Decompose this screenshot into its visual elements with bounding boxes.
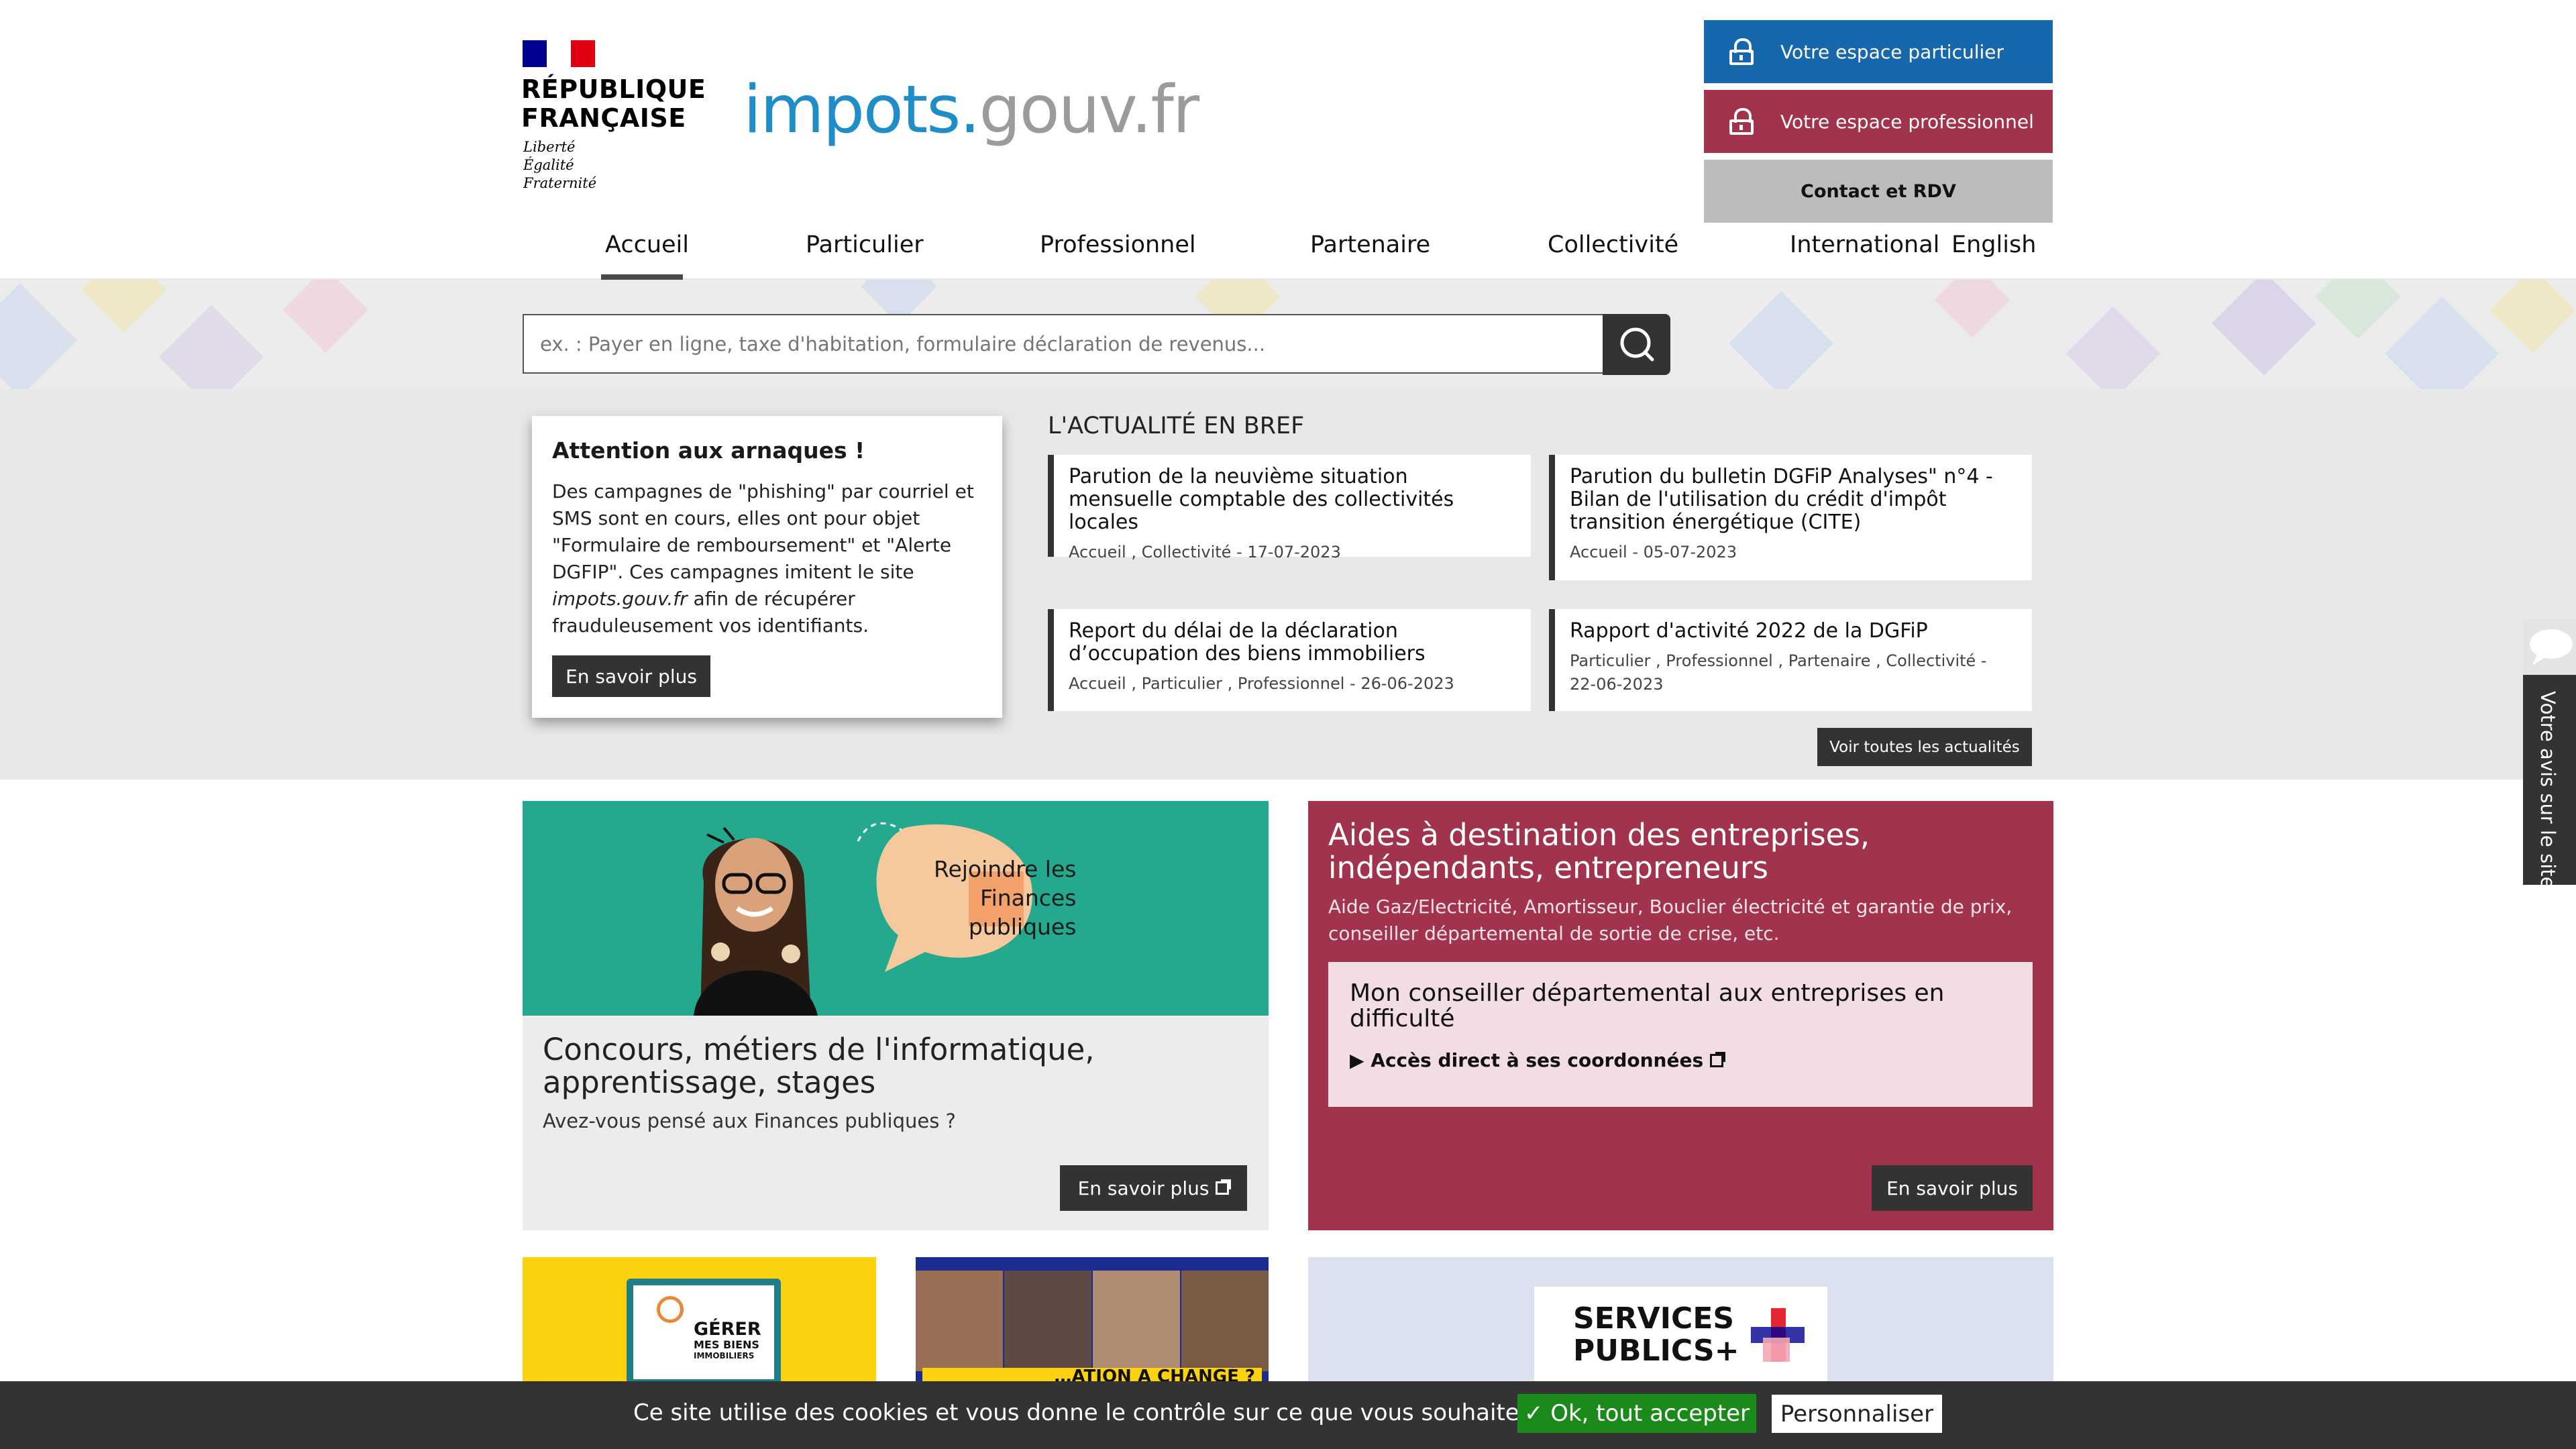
news-meta: Accueil , Particulier , Professionnel - … bbox=[1069, 674, 1454, 693]
bubble-text: Rejoindre les Finances publiques bbox=[934, 855, 1076, 941]
republic-motto: Liberté Égalité Fraternité bbox=[523, 138, 596, 193]
news-title: Parution du bulletin DGFiP Analyses" n°4… bbox=[1570, 465, 1993, 534]
search-button[interactable] bbox=[1603, 314, 1670, 375]
conseiller-link[interactable]: ▶ Accès direct à ses coordonnées bbox=[1350, 1049, 2011, 1071]
lock-icon bbox=[1729, 108, 1754, 135]
recruitment-card: Concours, métiers de l'informatique, app… bbox=[523, 1016, 1269, 1230]
situation-change-tile[interactable]: …ATION A CHANGÉ ? bbox=[916, 1257, 1269, 1385]
impots-gouv-logo[interactable]: impots.gouv.fr bbox=[743, 70, 1200, 150]
services-line-2: PUBLICS+ bbox=[1573, 1334, 1739, 1368]
feedback-tab[interactable]: Votre avis sur le site bbox=[2523, 675, 2576, 889]
rf-line-1: RÉPUBLIQUE bbox=[521, 74, 706, 104]
nav-international[interactable]: International bbox=[1790, 231, 1939, 258]
nav-accueil[interactable]: Accueil bbox=[605, 231, 689, 258]
recruitment-button-label: En savoir plus bbox=[1077, 1177, 1210, 1199]
bubble-line-3: publiques bbox=[968, 914, 1077, 940]
news-item[interactable]: Rapport d'activité 2022 de la DGFiP Part… bbox=[1549, 609, 2032, 711]
photo-2 bbox=[1004, 1271, 1091, 1371]
lock-icon bbox=[1729, 38, 1754, 65]
photo-4 bbox=[1181, 1271, 1269, 1371]
scam-alert-card: Attention aux arnaques ! Des campagnes d… bbox=[532, 416, 1002, 718]
aides-title: Aides à destination des entreprises, ind… bbox=[1328, 817, 1870, 885]
aides-more-button[interactable]: En savoir plus bbox=[1872, 1165, 2033, 1211]
news-meta: Particulier , Professionnel , Partenaire… bbox=[1570, 651, 1987, 694]
accept-cookies-button[interactable]: ✓ Ok, tout accepter bbox=[1517, 1394, 1756, 1433]
nav-english[interactable]: English bbox=[1951, 231, 2036, 258]
republique-francaise-logo: RÉPUBLIQUE FRANÇAISE bbox=[521, 75, 706, 133]
contact-rdv-button[interactable]: Contact et RDV bbox=[1704, 160, 2053, 223]
espace-particulier-label: Votre espace particulier bbox=[1780, 40, 2004, 63]
feedback-label: Votre avis sur le site bbox=[2536, 691, 2559, 889]
pointer-icon bbox=[657, 1296, 684, 1323]
services-plus-icon bbox=[1751, 1308, 1805, 1362]
nav-partenaire[interactable]: Partenaire bbox=[1310, 231, 1430, 258]
espace-particulier-button[interactable]: Votre espace particulier bbox=[1704, 20, 2053, 83]
search-input[interactable] bbox=[523, 314, 1604, 374]
photo-1 bbox=[916, 1271, 1003, 1371]
external-link-icon bbox=[1710, 1052, 1726, 1067]
logo-part-2: gouv.fr bbox=[979, 72, 1200, 148]
news-item[interactable]: Parution du bulletin DGFiP Analyses" n°4… bbox=[1549, 455, 2032, 580]
nav-professionnel[interactable]: Professionnel bbox=[1040, 231, 1196, 258]
motto-fraternite: Fraternité bbox=[523, 175, 597, 191]
customize-cookies-button[interactable]: Personnaliser bbox=[1772, 1395, 1942, 1433]
motto-egalite: Égalité bbox=[523, 157, 574, 173]
bubble-line-2: Finances bbox=[979, 885, 1077, 911]
see-all-news-button[interactable]: Voir toutes les actualités bbox=[1817, 728, 2032, 766]
recruitment-illustration bbox=[694, 822, 1032, 1016]
feedback-bubble[interactable] bbox=[2523, 619, 2576, 675]
news-section bbox=[0, 389, 2576, 780]
photo-3 bbox=[1093, 1271, 1180, 1371]
external-link-icon bbox=[1216, 1179, 1232, 1195]
bubble-line-1: Rejoindre les bbox=[934, 856, 1077, 882]
news-heading: L'ACTUALITÉ EN BREF bbox=[1048, 413, 1305, 439]
conseiller-box: Mon conseiller départemental aux entrepr… bbox=[1328, 962, 2033, 1107]
gerer-biens-label: GÉRER MES BIENS IMMOBILIERS bbox=[694, 1319, 761, 1361]
gerer-biens-tile[interactable]: GÉRER MES BIENS IMMOBILIERS bbox=[523, 1257, 876, 1385]
nav-active-indicator bbox=[601, 274, 683, 280]
conseiller-title: Mon conseiller départemental aux entrepr… bbox=[1350, 979, 1945, 1032]
news-title: Parution de la neuvième situation mensue… bbox=[1069, 465, 1454, 534]
alert-more-button[interactable]: En savoir plus bbox=[552, 655, 710, 697]
espace-professionnel-label: Votre espace professionnel bbox=[1780, 110, 2034, 133]
search-icon bbox=[1620, 327, 1654, 362]
recruitment-more-button[interactable]: En savoir plus bbox=[1060, 1165, 1247, 1211]
alert-text: Des campagnes de "phishing" par courriel… bbox=[552, 480, 974, 637]
logo-part-1: impots. bbox=[743, 72, 980, 148]
motto-liberte: Liberté bbox=[523, 139, 576, 155]
gerer-line-3: IMMOBILIERS bbox=[694, 1351, 755, 1360]
rf-line-2: FRANÇAISE bbox=[521, 103, 686, 133]
news-meta: Accueil , Collectivité - 17-07-2023 bbox=[1069, 543, 1341, 561]
conseiller-link-label: ▶ Accès direct à ses coordonnées bbox=[1350, 1049, 1704, 1071]
recruitment-title: Concours, métiers de l'informatique, app… bbox=[543, 1032, 1095, 1100]
alert-title: Attention aux arnaques ! bbox=[552, 437, 865, 464]
services-publics-tile[interactable]: SERVICES PUBLICS+ bbox=[1308, 1257, 2053, 1387]
services-publics-logo: SERVICES PUBLICS+ bbox=[1573, 1303, 1739, 1367]
news-item[interactable]: Report du délai de la déclaration d’occu… bbox=[1048, 609, 1531, 711]
services-line-1: SERVICES bbox=[1573, 1301, 1735, 1336]
nav-collectivite[interactable]: Collectivité bbox=[1548, 231, 1678, 258]
aides-subtitle: Aide Gaz/Electricité, Amortisseur, Boucl… bbox=[1328, 896, 2012, 945]
french-flag-logo bbox=[523, 40, 595, 67]
espace-professionnel-button[interactable]: Votre espace professionnel bbox=[1704, 90, 2053, 153]
nav-particulier[interactable]: Particulier bbox=[806, 231, 924, 258]
gerer-line-1: GÉRER bbox=[694, 1319, 761, 1340]
news-meta: Accueil - 05-07-2023 bbox=[1570, 543, 1737, 561]
chat-bubble-icon bbox=[2530, 629, 2573, 665]
news-title: Rapport d'activité 2022 de la DGFiP bbox=[1570, 619, 1928, 643]
news-title: Report du délai de la déclaration d’occu… bbox=[1069, 619, 1426, 665]
news-item[interactable]: Parution de la neuvième situation mensue… bbox=[1048, 455, 1531, 561]
recruitment-subtitle: Avez-vous pensé aux Finances publiques ? bbox=[543, 1110, 956, 1132]
gerer-line-2: MES BIENS bbox=[694, 1338, 759, 1351]
recruitment-banner[interactable]: Rejoindre les Finances publiques bbox=[523, 801, 1269, 1016]
cookie-text: Ce site utilise des cookies et vous donn… bbox=[633, 1399, 1617, 1426]
